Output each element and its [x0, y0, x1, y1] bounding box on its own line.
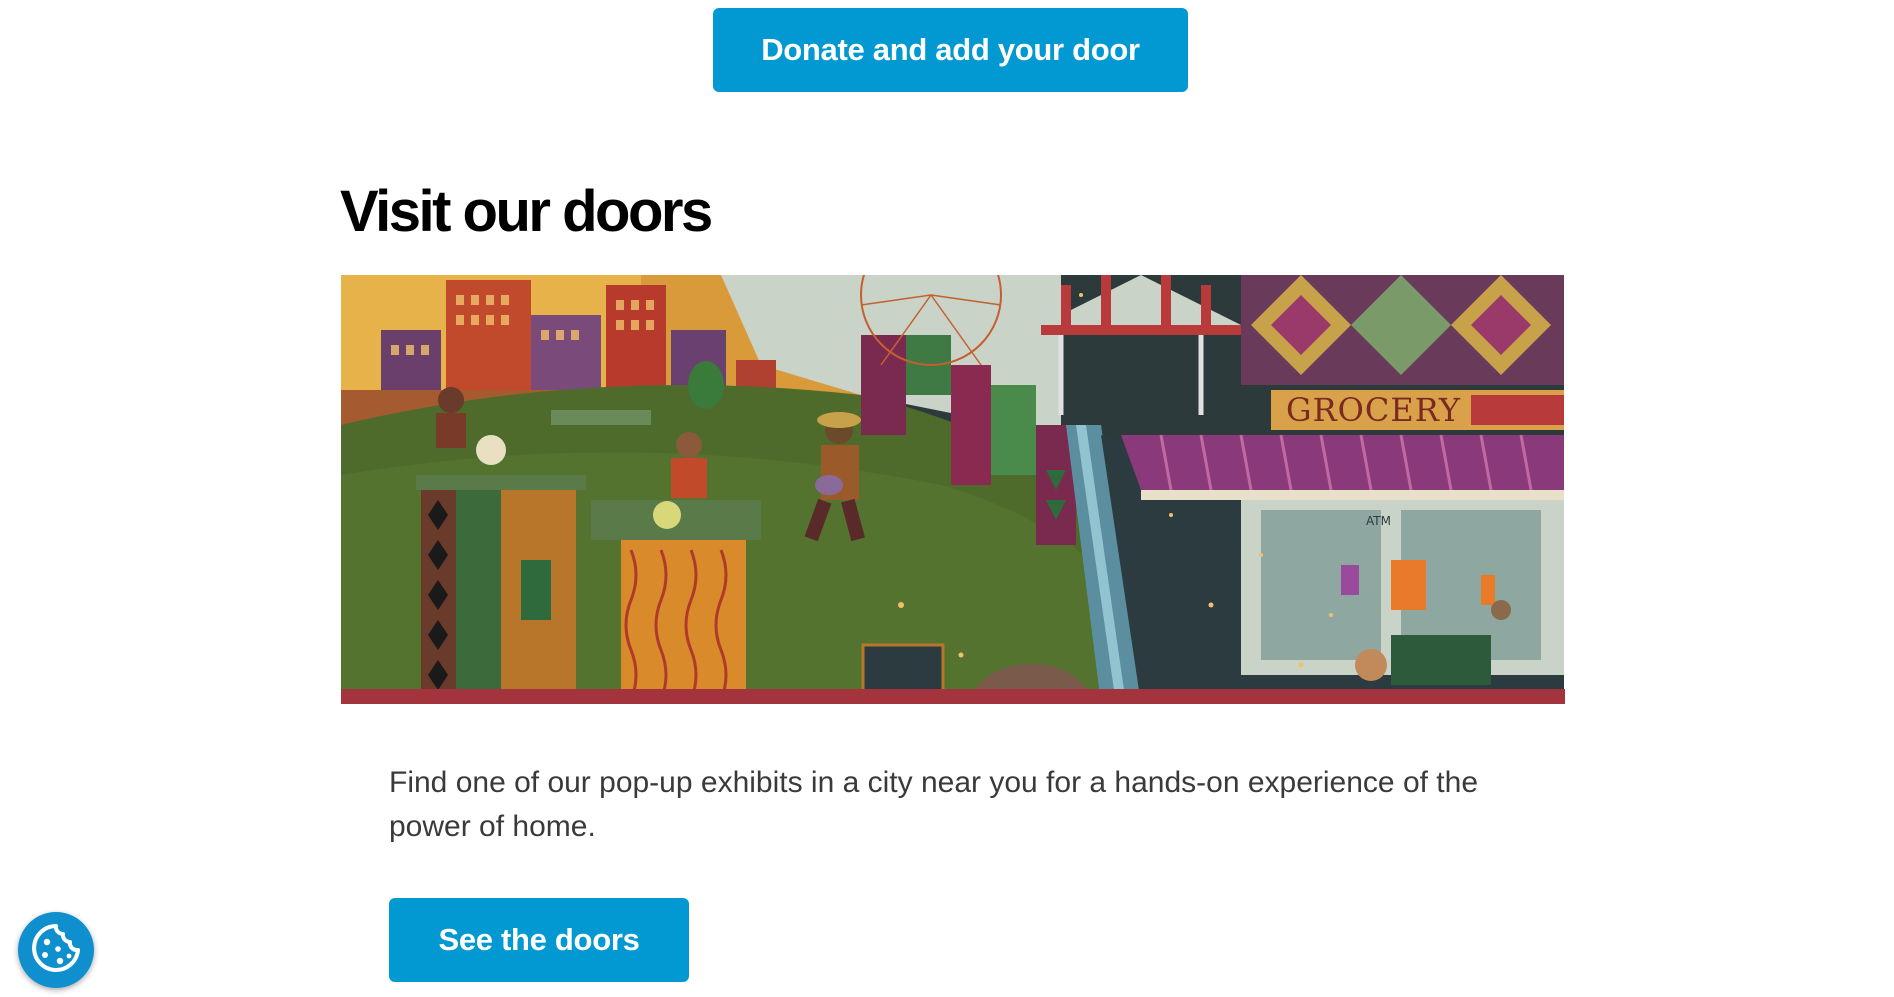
grocery-sign-text: GROCERY [1286, 391, 1461, 429]
page: Donate and add your door Visit our doors [0, 0, 1894, 997]
hero-illustration: GROCERY ATM [341, 275, 1564, 704]
atm-sign-text: ATM [1366, 514, 1391, 528]
cookie-icon [30, 922, 82, 979]
see-the-doors-button[interactable]: See the doors [389, 898, 689, 982]
donate-add-door-button[interactable]: Donate and add your door [713, 8, 1188, 92]
cookie-settings-button[interactable] [18, 912, 94, 988]
hero-bottom-bar [341, 689, 1565, 704]
section-title: Visit our doors [340, 179, 713, 244]
section-description: Find one of our pop-up exhibits in a cit… [389, 766, 1479, 843]
